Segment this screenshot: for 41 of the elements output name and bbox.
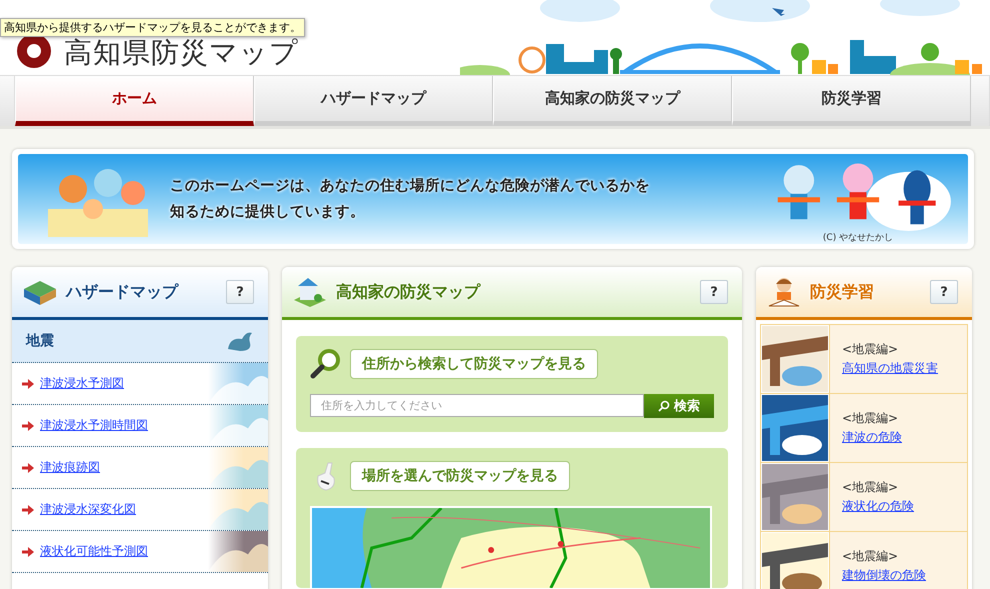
search-button[interactable]: 検索 — [644, 394, 714, 418]
banner-text: このホームページは、あなたの住む場所にどんな危険が潜んでいるかを 知るために提供しています。 — [170, 176, 651, 222]
learning-link[interactable]: 高知県の地震災害 — [842, 360, 938, 377]
hazard-map-link[interactable]: 津波浸水深変化図 — [40, 501, 136, 518]
nav-tab[interactable]: ハザードマップ — [254, 76, 493, 126]
panel-title: 高知家の防災マップ — [336, 282, 482, 302]
search-icon — [310, 348, 342, 380]
hazard-map-link[interactable]: 津波浸水予測時間図 — [40, 417, 148, 434]
help-button[interactable]: ? — [226, 280, 254, 304]
hazard-map-link[interactable]: 津波痕跡図 — [40, 459, 100, 476]
hazard-map-link[interactable]: 津波浸水予測図 — [40, 375, 124, 392]
learning-link[interactable]: 津波の危険 — [842, 429, 902, 446]
help-button[interactable]: ? — [700, 280, 728, 304]
site-title: 高知県防災マップ — [64, 37, 299, 69]
learning-link[interactable]: 建物倒壊の危険 — [842, 567, 926, 584]
nav-tab[interactable]: 防災学習 — [732, 76, 971, 126]
category-label: <地震編> — [842, 341, 900, 358]
category-label: <地震編> — [842, 410, 900, 427]
category-label: <地震編> — [842, 479, 900, 496]
arrow-icon — [22, 462, 34, 472]
panel-title: ハザードマップ — [66, 282, 180, 302]
house-icon — [292, 276, 328, 308]
arrow-icon — [22, 420, 34, 430]
arrow-icon — [22, 546, 34, 556]
hazard-map-link[interactable]: 液状化可能性予測図 — [40, 543, 148, 560]
panel-title: 防災学習 — [810, 282, 875, 302]
section-heading: 場所を選んで防災マップを見る — [350, 461, 570, 491]
nav-tab[interactable]: ホーム — [15, 76, 254, 126]
arrow-icon — [22, 378, 34, 388]
tooltip: 高知県から提供するハザードマップを見ることができます。 — [0, 18, 305, 37]
category-heading: 地震 — [26, 332, 54, 350]
arrow-icon — [22, 504, 34, 514]
search-icon — [658, 400, 670, 412]
section-heading: 住所から検索して防災マップを見る — [350, 349, 598, 379]
nav-tab[interactable]: 高知家の防災マップ — [493, 76, 732, 126]
studying-person-icon — [766, 276, 802, 308]
help-button[interactable]: ? — [930, 280, 958, 304]
learning-link[interactable]: 液状化の危険 — [842, 498, 914, 515]
category-label: <地震編> — [842, 548, 900, 565]
copyright-text: (C) やなせたかし — [822, 232, 894, 244]
address-search-field[interactable]: 住所を入力してください — [310, 394, 644, 417]
